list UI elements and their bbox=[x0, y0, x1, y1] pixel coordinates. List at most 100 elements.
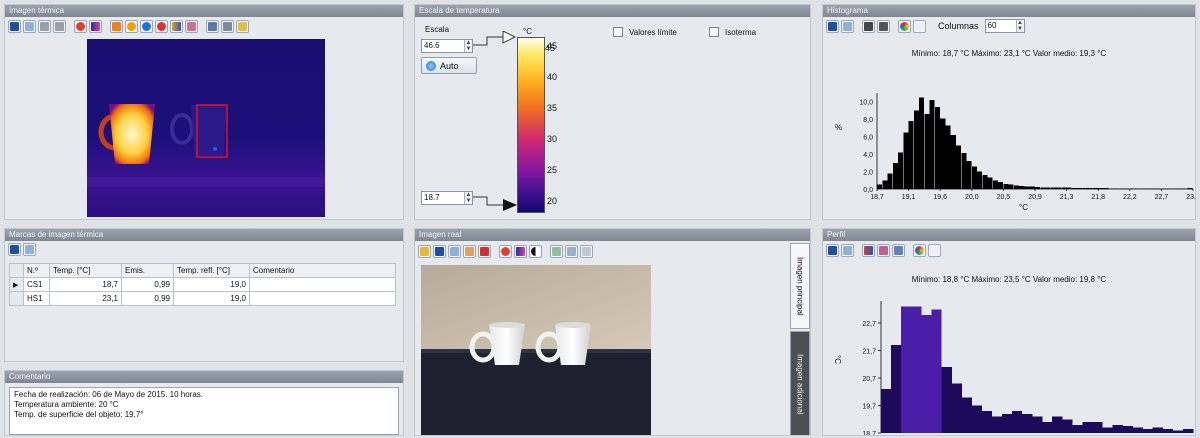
table-row[interactable]: HS1 23,1 0,99 19,0 bbox=[9, 291, 396, 306]
save-icon[interactable] bbox=[8, 19, 21, 33]
area-chart-icon[interactable] bbox=[892, 243, 905, 257]
auto-button[interactable]: Auto bbox=[421, 57, 477, 74]
histogram-icon[interactable] bbox=[862, 19, 875, 33]
columns-input[interactable]: 60 ▲ ▼ bbox=[984, 19, 1025, 33]
isotherm-checkbox[interactable] bbox=[709, 27, 719, 37]
profile-bar bbox=[1162, 428, 1174, 433]
measure-point-icon[interactable] bbox=[499, 244, 512, 258]
color-palette-icon[interactable] bbox=[898, 19, 911, 33]
grid-icon[interactable] bbox=[221, 19, 234, 33]
max-slider-handle[interactable] bbox=[502, 31, 517, 44]
scale-tick-labels: 45 40 35 30 25 20 bbox=[547, 41, 558, 206]
image-icon[interactable] bbox=[185, 19, 198, 33]
tab-main-image[interactable]: Imagen principal bbox=[790, 243, 810, 329]
color-palette-icon[interactable] bbox=[913, 243, 926, 257]
thermal-image[interactable] bbox=[87, 39, 325, 217]
copy-icon[interactable] bbox=[23, 242, 36, 256]
histogram-bar bbox=[1071, 188, 1077, 189]
column-header[interactable]: N.º bbox=[23, 263, 50, 278]
limit-values-checkbox[interactable] bbox=[613, 27, 623, 37]
blank-icon[interactable] bbox=[928, 243, 941, 257]
image-edit-icon[interactable] bbox=[463, 244, 476, 258]
histogram-bar bbox=[887, 173, 893, 189]
histogram-bar bbox=[924, 113, 930, 189]
export-icon[interactable] bbox=[580, 244, 593, 258]
histogram-bar bbox=[908, 120, 914, 189]
x-tick-label: 21,8 bbox=[1091, 194, 1105, 201]
cold-spot-icon[interactable] bbox=[140, 19, 153, 33]
histogram-bar bbox=[961, 153, 967, 189]
profile-bar bbox=[921, 314, 932, 433]
histogram-bar bbox=[950, 134, 956, 189]
histogram-bar bbox=[992, 180, 998, 189]
spin-arrows-icon[interactable]: ▲ ▼ bbox=[464, 40, 472, 52]
spin-arrows-icon[interactable]: ▲ ▼ bbox=[1015, 20, 1024, 32]
zoom-in-icon[interactable] bbox=[38, 19, 51, 33]
line-chart-icon[interactable] bbox=[877, 19, 890, 33]
column-header[interactable]: Temp. refl. [°C] bbox=[173, 263, 250, 278]
histogram-bar bbox=[1103, 188, 1109, 189]
copy-icon[interactable] bbox=[841, 243, 854, 257]
x-tick-label: 21,3 bbox=[1060, 194, 1074, 201]
overlay-icon[interactable] bbox=[565, 244, 578, 258]
x-tick-label: 18,7 bbox=[870, 194, 884, 201]
markers-table: N.º Temp. [°C] Emis. Temp. refl. [°C] Co… bbox=[9, 263, 396, 306]
profile-bar bbox=[1052, 416, 1063, 433]
thermal-image-panel: Imagen térmica bbox=[4, 4, 404, 220]
comment-textarea[interactable]: Fecha de realización: 06 de Mayo de 2015… bbox=[9, 387, 399, 435]
folder-icon[interactable] bbox=[418, 244, 431, 258]
y-tick-label: 4,0 bbox=[863, 152, 873, 159]
zoom-out-icon[interactable] bbox=[53, 19, 66, 33]
fit-icon[interactable] bbox=[550, 244, 563, 258]
scale-label: Escala bbox=[425, 25, 450, 34]
histogram-stats: Mínimo: 18,7 °C Máximo: 23,1 °C Valor me… bbox=[911, 49, 1107, 58]
copy-icon[interactable] bbox=[841, 19, 854, 33]
line-chart-icon[interactable] bbox=[877, 243, 890, 257]
temperature-scale-panel: Escala de temperatura Escala 46.6 ▲ ▼ Aut… bbox=[414, 4, 811, 220]
hot-spot-icon[interactable] bbox=[110, 19, 123, 33]
blank-icon[interactable] bbox=[913, 19, 926, 33]
histogram-bar bbox=[1082, 188, 1088, 189]
x-tick-label: 23,1 bbox=[1186, 194, 1195, 201]
save-icon[interactable] bbox=[433, 244, 446, 258]
circle-marker-icon[interactable] bbox=[125, 19, 138, 33]
limit-values-label: Valores límite bbox=[629, 28, 677, 37]
frame-icon[interactable] bbox=[206, 19, 219, 33]
chart-icon[interactable] bbox=[862, 243, 875, 257]
histogram-toolbar: Columnas 60 ▲ ▼ bbox=[823, 17, 1195, 35]
profile-bar bbox=[1182, 428, 1194, 433]
tab-extra-image[interactable]: Imagen adicional bbox=[790, 331, 810, 435]
max-temp-input[interactable]: 46.6 ▲ ▼ bbox=[421, 39, 473, 53]
color-marker-icon[interactable] bbox=[155, 19, 168, 33]
save-icon[interactable] bbox=[826, 19, 839, 33]
palette-icon[interactable] bbox=[514, 244, 527, 258]
measure-point-icon[interactable] bbox=[74, 19, 87, 33]
palette-icon[interactable] bbox=[89, 19, 102, 33]
save-icon[interactable] bbox=[8, 242, 21, 256]
save-icon[interactable] bbox=[826, 243, 839, 257]
profile-bar bbox=[931, 309, 942, 433]
y-axis-label: °C bbox=[833, 355, 842, 364]
profile-bar bbox=[1072, 424, 1083, 433]
min-slider-handle[interactable] bbox=[503, 199, 517, 211]
contrast-icon[interactable] bbox=[529, 244, 542, 258]
panel-title: Histograma bbox=[823, 5, 1195, 17]
x-tick-label: 22,2 bbox=[1123, 194, 1137, 201]
column-header[interactable]: Temp. [°C] bbox=[49, 263, 122, 278]
column-header[interactable]: Comentario bbox=[249, 263, 396, 278]
copy-icon[interactable] bbox=[448, 244, 461, 258]
profile-bar bbox=[1031, 416, 1043, 433]
profile-bar bbox=[901, 306, 912, 433]
min-temp-input[interactable]: 18.7 ▲ ▼ bbox=[421, 191, 473, 205]
copy-icon[interactable] bbox=[23, 19, 36, 33]
chart-icon[interactable] bbox=[170, 19, 183, 33]
column-header[interactable]: Emis. bbox=[121, 263, 174, 278]
y-tick-label: 20,7 bbox=[862, 376, 876, 383]
delete-icon[interactable] bbox=[478, 244, 491, 258]
table-row[interactable]: ▶ CS1 18,7 0,99 19,0 bbox=[9, 277, 396, 292]
profile-bar bbox=[1082, 422, 1093, 433]
histogram-bar bbox=[971, 166, 977, 189]
export-icon[interactable] bbox=[236, 19, 249, 33]
spin-arrows-icon[interactable]: ▲ ▼ bbox=[464, 192, 472, 204]
real-photo[interactable] bbox=[421, 265, 651, 435]
